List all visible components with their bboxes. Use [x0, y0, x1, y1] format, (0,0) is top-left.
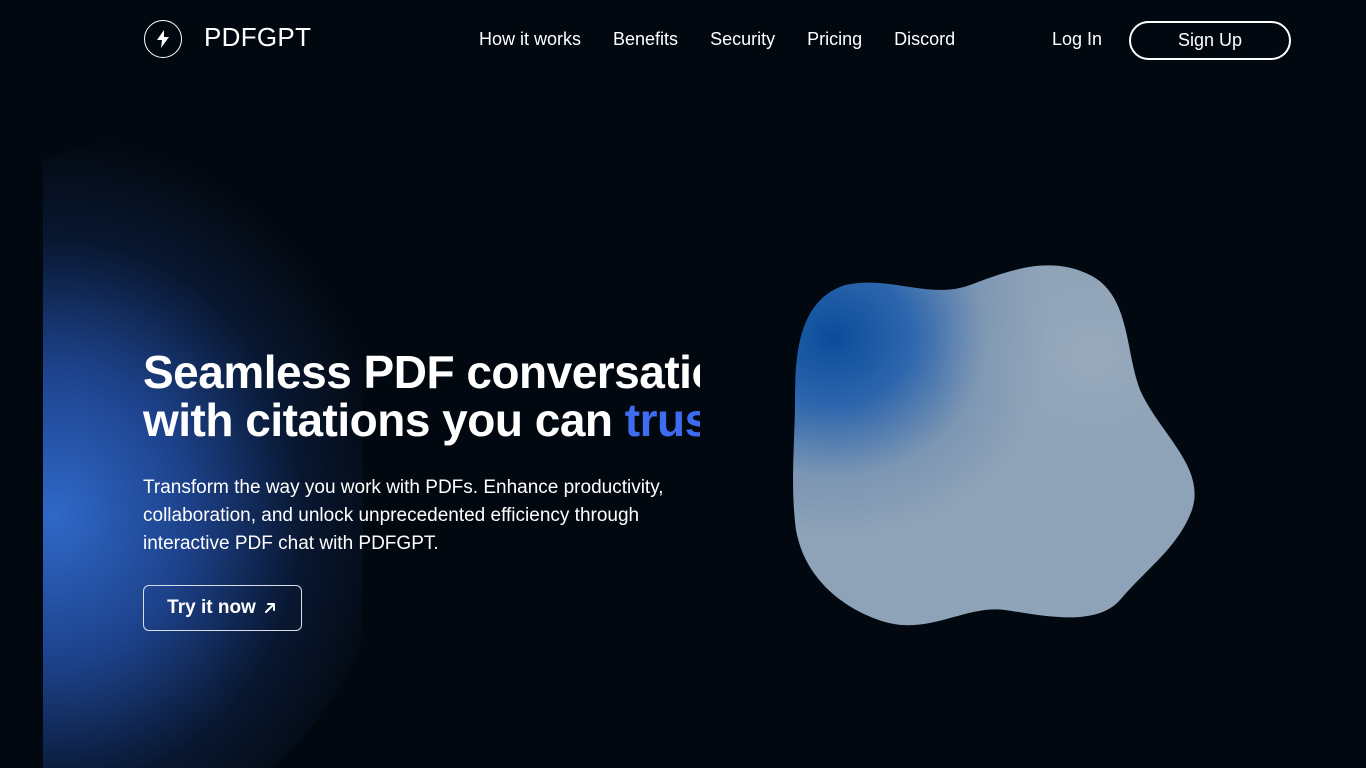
hero-title: Seamless PDF conversations with citation…: [143, 348, 700, 444]
brand-name[interactable]: PDFGPT: [204, 22, 311, 53]
hero-description: Transform the way you work with PDFs. En…: [143, 477, 664, 554]
try-it-now-button[interactable]: Try it now: [143, 585, 302, 631]
nav-item-benefits[interactable]: Benefits: [613, 29, 678, 50]
signup-button-label: Sign Up: [1177, 30, 1243, 50]
nav-item-how-it-works[interactable]: How it works: [479, 29, 581, 50]
site-header: PDFGPT How it works Benefits Security Pr…: [0, 0, 1366, 82]
login-link[interactable]: Log In: [1052, 29, 1102, 50]
lightning-bolt-icon: [157, 30, 169, 48]
nav-item-security[interactable]: Security: [710, 29, 775, 50]
hero-title-line2: with citations you can: [143, 394, 625, 446]
arrow-up-right-icon: [262, 600, 278, 616]
nav-item-discord[interactable]: Discord: [894, 29, 955, 50]
hero-title-container: Seamless PDF conversations with citation…: [143, 348, 700, 448]
logo-badge[interactable]: [144, 20, 182, 58]
hero-title-line1: Seamless PDF conversations: [143, 348, 700, 398]
signup-button[interactable]: Sign Up: [1129, 21, 1291, 60]
nav-item-pricing[interactable]: Pricing: [807, 29, 862, 50]
main-nav: How it works Benefits Security Pricing D…: [479, 29, 955, 50]
landing-page: PDFGPT How it works Benefits Security Pr…: [0, 0, 1366, 768]
hero-title-accent: trust: [624, 394, 700, 446]
try-it-now-label: Try it now: [167, 597, 256, 618]
hero-blob-illustration: [793, 265, 1195, 626]
